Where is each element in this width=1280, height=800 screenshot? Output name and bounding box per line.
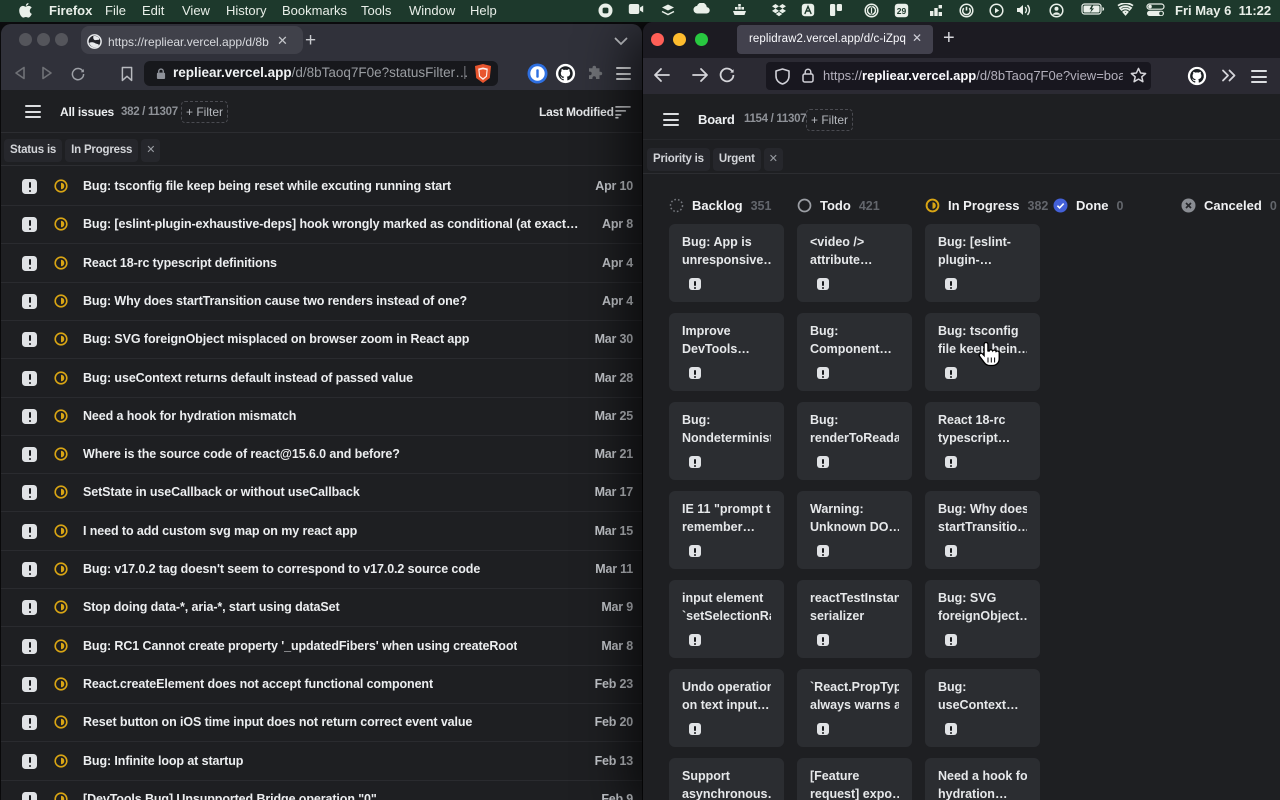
svg-text:29: 29 xyxy=(897,6,907,16)
